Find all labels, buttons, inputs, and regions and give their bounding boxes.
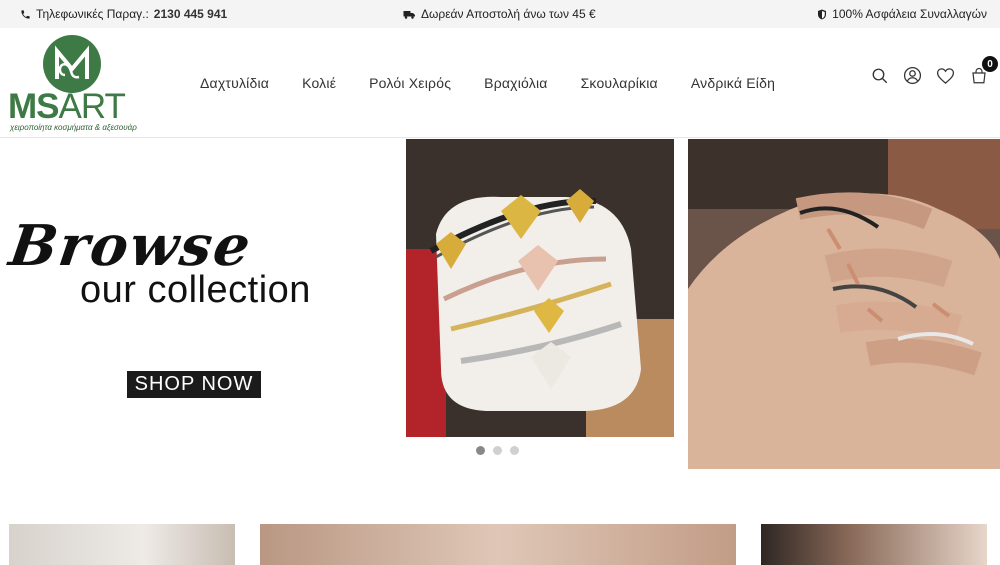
main-nav: Δαχτυλίδια Κολιέ Ρολόι Χειρός Βραχιόλια …: [200, 28, 808, 138]
nav-item-bracelets[interactable]: Βραχιόλια: [484, 75, 547, 91]
phone-number[interactable]: 2130 445 941: [154, 7, 227, 21]
slider-dot-2[interactable]: [493, 446, 502, 455]
cart-button[interactable]: 0: [969, 56, 998, 85]
category-tile-1[interactable]: [9, 524, 235, 565]
nav-item-watches[interactable]: Ρολόι Χειρός: [369, 75, 451, 91]
hero-bracelets-image[interactable]: [406, 139, 674, 437]
phone-label: Τηλεφωνικές Παραγ.:: [36, 7, 149, 21]
hero-rings-image[interactable]: [688, 139, 1000, 469]
rings-photo: [688, 139, 1000, 469]
hero-slider: Browse our collection SHOP NOW: [0, 139, 1000, 479]
nav-item-rings[interactable]: Δαχτυλίδια: [200, 75, 269, 91]
shield-icon: [818, 9, 827, 19]
shipping-text: Δωρεάν Αποστολή άνω των 45 €: [421, 7, 596, 21]
slider-dot-3[interactable]: [510, 446, 519, 455]
logo-emblem: [43, 35, 101, 93]
top-info-bar: Τηλεφωνικές Παραγ.: 2130 445 941 Δωρεάν …: [0, 0, 1000, 28]
logo-wordmark: MSART: [8, 87, 126, 126]
nav-item-necklaces[interactable]: Κολιέ: [302, 75, 336, 91]
security-info: 100% Ασφάλεια Συναλλαγών: [817, 0, 987, 28]
search-icon: [872, 68, 887, 83]
logo-ms: MS: [8, 87, 59, 126]
hero-subtitle: our collection: [80, 269, 311, 311]
phone-icon: [21, 9, 30, 19]
logo[interactable]: MSART χειροποίητα κοσμήματα & αξεσουάρ: [8, 33, 138, 133]
free-shipping-info: Δωρεάν Αποστολή άνω των 45 €: [403, 0, 596, 28]
slider-dots: [476, 446, 519, 455]
user-icon: [903, 66, 922, 85]
search-button[interactable]: [870, 66, 889, 85]
category-tile-2[interactable]: [260, 524, 736, 565]
header-actions: 0: [870, 56, 998, 85]
wishlist-button[interactable]: [936, 66, 955, 85]
slider-dot-1[interactable]: [476, 446, 485, 455]
site-header: MSART χειροποίητα κοσμήματα & αξεσουάρ Δ…: [0, 28, 1000, 138]
logo-art: ART: [58, 87, 126, 126]
truck-icon: [403, 10, 415, 19]
category-tile-3[interactable]: [761, 524, 987, 565]
nav-item-mens[interactable]: Ανδρικά Είδη: [691, 75, 775, 91]
account-button[interactable]: [903, 66, 922, 85]
logo-monogram-icon: [55, 45, 89, 79]
cart-count-badge: 0: [982, 56, 998, 72]
heart-icon: [936, 67, 955, 84]
shop-now-button[interactable]: SHOP NOW: [127, 371, 261, 398]
security-text: 100% Ασφάλεια Συναλλαγών: [832, 7, 987, 21]
bracelets-photo: [406, 139, 674, 437]
logo-tagline: χειροποίητα κοσμήματα & αξεσουάρ: [10, 123, 137, 132]
nav-item-earrings[interactable]: Σκουλαρίκια: [581, 75, 658, 91]
phone-info: Τηλεφωνικές Παραγ.: 2130 445 941: [20, 0, 227, 28]
